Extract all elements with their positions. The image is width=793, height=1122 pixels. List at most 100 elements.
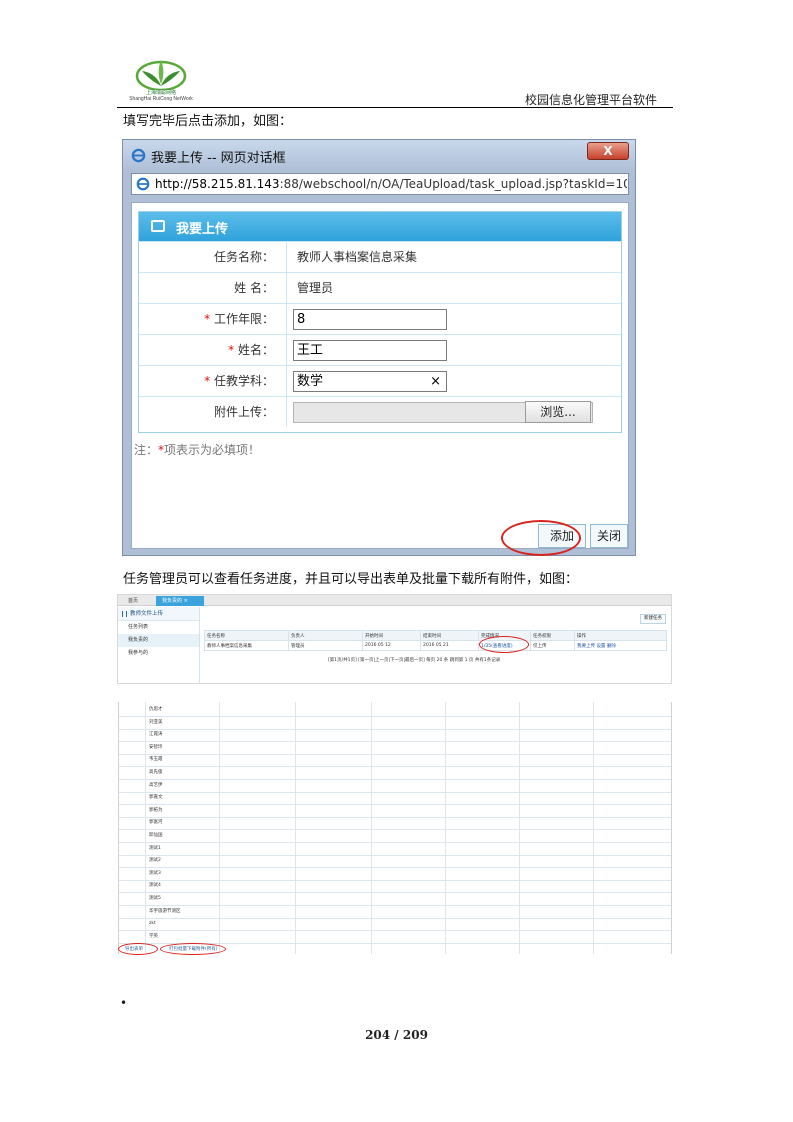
permission-cell: 仅上传 (530, 640, 575, 651)
window-close-button[interactable]: X (587, 142, 629, 160)
table-row: zkt (119, 918, 671, 932)
close-button[interactable]: 关闭 (590, 524, 628, 548)
fullname-input[interactable]: 王工 (293, 340, 447, 361)
table-row: 测试1 (119, 843, 671, 856)
tab-close-icon: × (183, 598, 188, 604)
page-number: 204 / 209 (365, 1028, 428, 1042)
table-row: 刘亚美 (119, 717, 671, 730)
col-header: 任务权限 (530, 630, 575, 641)
field-label: 附件上传： (139, 397, 287, 427)
header-divider (117, 107, 673, 108)
user-name-value: 管理员 (297, 281, 334, 295)
browse-button[interactable]: 浏览... (525, 401, 591, 423)
name-list-screenshot: 仇思才 刘亚美 江霞涛 安智玲 韦玉霞 高先俊 高艺伊 郭嘉文 郭拓为 郭富河 邱仙国 测试1 测试2 测… (118, 702, 672, 954)
chat-bubble-icon (151, 220, 165, 232)
field-label: * 姓名： (139, 335, 287, 365)
form-row-fullname: * 姓名： 王工 (139, 334, 621, 365)
person-name: 测试2 (149, 858, 161, 864)
panel-header: 我要上传 (139, 212, 621, 241)
upload-dialog-screenshot: 我要上传 -- 网页对话框 X http://58.215.81.143:88/… (122, 139, 636, 556)
person-name: zkt (149, 921, 156, 927)
clear-icon[interactable]: × (430, 372, 441, 391)
logo-graphic (135, 60, 187, 92)
table-row: 测试2 (119, 855, 671, 869)
tab-home[interactable]: 首页 (122, 596, 144, 606)
task-name-value: 教师人事档案信息采集 (297, 250, 418, 264)
person-name: 刘亚美 (149, 719, 163, 725)
field-label: 姓 名： (139, 273, 287, 303)
col-header: 结束时间 (420, 630, 479, 641)
table-row: 教师人事档案信息采集 管理员 2016 05 12 2016 05 21 1/3… (204, 640, 667, 651)
task-list-screenshot: 首页 我负责的 × 教师文件上传 任务列表 我负责的 我参与的 新建任务 任务名… (117, 594, 672, 684)
address-url: http://58.215.81.143:88/webschool/n/OA/T… (155, 177, 627, 191)
table-row: 高艺伊 (119, 780, 671, 793)
required-mark: * (228, 343, 235, 357)
dialog-body: 我要上传 任务名称： 教师人事档案信息采集 姓 名： 管理员 * 工作年限： 8… (131, 202, 629, 556)
dialog-titlebar: 我要上传 -- 网页对话框 X (123, 140, 635, 171)
required-mark: * (204, 312, 211, 326)
tab-my-tasks[interactable]: 我负责的 × (156, 596, 204, 606)
new-task-button[interactable]: 新建任务 (640, 614, 666, 624)
ie-page-icon (136, 177, 150, 191)
sidebar: 教师文件上传 任务列表 我负责的 我参与的 (118, 607, 200, 683)
person-name: 韦玉霞 (149, 757, 163, 763)
table-row: 华宇旅游节测区 (119, 906, 671, 919)
field-label: 任务名称： (139, 242, 287, 272)
table-row: 韦玉霞 (119, 754, 671, 768)
person-name: 测试3 (149, 870, 161, 876)
highlight-ring-progress (479, 636, 529, 653)
required-mark: * (204, 374, 211, 388)
end-cell: 2016 05 21 (420, 640, 479, 651)
sidebar-item-my-participating[interactable]: 我参与的 (118, 647, 199, 660)
logo-english-name: ShangHai RuiCong NetWork (129, 96, 193, 102)
highlight-ring-export (118, 943, 158, 955)
person-name: 仇思才 (149, 707, 163, 712)
address-bar[interactable]: http://58.215.81.143:88/webschool/n/OA/T… (131, 173, 629, 195)
ie-icon (131, 148, 146, 163)
form-row-name: 姓 名： 管理员 (139, 272, 621, 303)
delete-link[interactable]: 删除 (607, 644, 616, 649)
caption-progress: 任务管理员可以查看任务进度，并且可以导出表单及批量下载所有附件，如图： (123, 572, 579, 587)
owner-cell: 管理员 (288, 640, 363, 651)
person-name: 郭拓为 (149, 807, 163, 813)
logo-name: 上海瑞聪网络 (145, 90, 176, 96)
url-host: http://58.215.81.143 (155, 177, 280, 191)
table-row: 邱仙国 (119, 830, 671, 843)
subject-input-value: 数学 (297, 374, 324, 389)
highlight-ring-download (160, 943, 226, 955)
form-row-attachment: 附件上传： 浏览... (139, 396, 621, 427)
upload-form-panel: 我要上传 任务名称： 教师人事档案信息采集 姓 名： 管理员 * 工作年限： 8… (138, 211, 622, 433)
subject-input[interactable]: 数学 × (293, 371, 447, 392)
work-years-input[interactable]: 8 (293, 309, 447, 330)
document-header-title: 校园信息化管理平台软件 (524, 93, 657, 107)
table-row: 仇思才 (119, 704, 671, 717)
required-note: 注：*项表示为必填项！ (134, 443, 261, 457)
tab-bar: 首页 我负责的 × (118, 595, 671, 606)
upload-link[interactable]: 我要上传 (577, 644, 595, 649)
field-label: * 任教学科： (139, 366, 287, 396)
dialog-window-title: 我要上传 -- 网页对话框 (151, 151, 286, 166)
sidebar-item-my-responsible[interactable]: 我负责的 (118, 634, 199, 647)
table-row: 郭嘉文 (119, 792, 671, 806)
operations-cell: 我要上传 设置 删除 (574, 640, 667, 651)
table-row: 安智玲 (119, 742, 671, 755)
field-label: * 工作年限： (139, 304, 287, 334)
person-name: 测试5 (149, 896, 161, 901)
bullet: • (120, 996, 128, 1010)
table-row: 测试5 (119, 893, 671, 906)
col-header: 任务名称 (204, 630, 289, 641)
pager: [第1页/共1页] [第一页|上一页|下一页|最后一页] 每页 20 条 跳到第… (328, 658, 501, 663)
col-header: 操作 (574, 630, 667, 641)
table-row: 测试4 (119, 880, 671, 894)
highlight-ring-add (501, 520, 581, 556)
sidebar-item-task-list[interactable]: 任务列表 (118, 621, 199, 634)
settings-link[interactable]: 设置 (596, 644, 605, 649)
person-name: 安智玲 (149, 744, 163, 750)
col-header: 开始时间 (362, 630, 421, 641)
person-name: 测试1 (149, 845, 161, 851)
person-name: 邱仙国 (149, 833, 163, 838)
table-row: 郭拓为 (119, 805, 671, 818)
person-name: 江霞涛 (149, 732, 163, 738)
person-name: 高先俊 (149, 770, 163, 775)
task-table: 任务名称 负责人 开始时间 结束时间 完成情况 任务权限 操作 教师人事档案信息… (204, 630, 667, 651)
